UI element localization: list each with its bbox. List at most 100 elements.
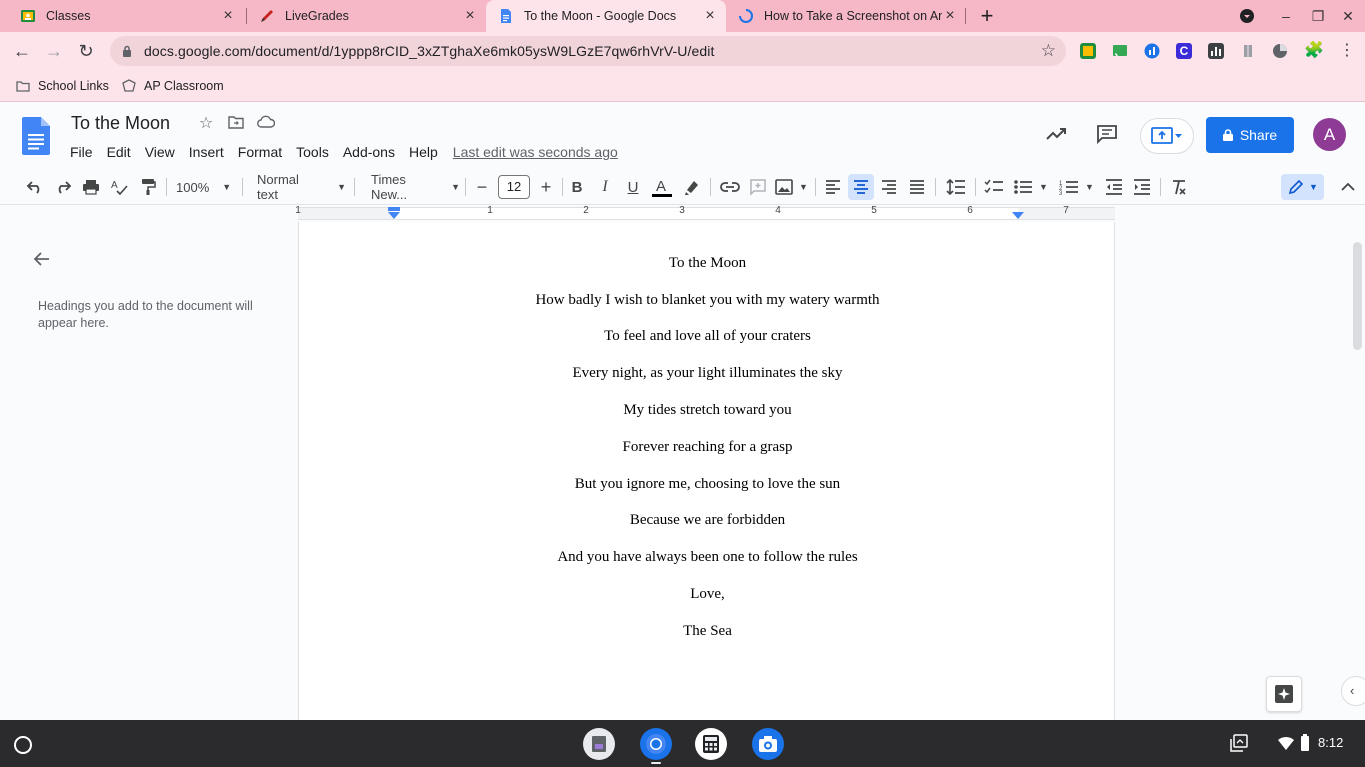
account-avatar[interactable]: A <box>1313 118 1346 151</box>
ruler-number: 1 <box>487 205 493 216</box>
menu-tools[interactable]: Tools <box>289 144 336 160</box>
increase-indent-icon[interactable] <box>1131 176 1153 198</box>
minimize-icon[interactable]: – <box>1276 6 1296 26</box>
insert-image-icon[interactable]: ▼ <box>775 176 809 198</box>
cloud-saved-icon[interactable] <box>257 115 276 133</box>
menu-add-ons[interactable]: Add-ons <box>336 144 402 160</box>
undo-icon[interactable] <box>25 176 45 198</box>
wifi-icon[interactable] <box>1277 734 1295 752</box>
meet-present-button[interactable] <box>1140 118 1194 154</box>
back-icon[interactable]: ← <box>11 40 33 62</box>
last-edit-link[interactable]: Last edit was seconds ago <box>453 144 618 160</box>
hide-menus-chevron-icon[interactable] <box>1337 176 1359 198</box>
increase-font-size-button[interactable]: + <box>536 176 556 198</box>
launcher-circle-icon[interactable] <box>14 736 32 754</box>
zoom-select[interactable]: 100% ▼ <box>176 176 234 198</box>
tab-how-to-screenshot[interactable]: How to Take a Screenshot on An × <box>726 0 966 32</box>
right-indent-marker-icon[interactable] <box>1012 212 1024 220</box>
decrease-font-size-button[interactable]: − <box>472 176 492 198</box>
print-icon[interactable] <box>81 176 101 198</box>
menu-insert[interactable]: Insert <box>182 144 231 160</box>
document-title[interactable]: To the Moon <box>71 113 170 134</box>
address-bar[interactable]: docs.google.com/document/d/1yppp8rCID_3x… <box>110 36 1066 66</box>
close-icon[interactable]: × <box>942 8 958 24</box>
close-icon[interactable]: × <box>462 8 478 24</box>
read-write-extension-icon[interactable] <box>1144 43 1160 59</box>
highlight-color-icon[interactable] <box>681 176 703 198</box>
text-color-icon[interactable]: A <box>651 176 673 198</box>
left-indent-marker-icon[interactable] <box>388 207 400 219</box>
menu-view[interactable]: View <box>138 144 182 160</box>
poem-line: To feel and love all of your craters <box>604 328 811 344</box>
ruler-number: 7 <box>1063 205 1069 216</box>
tab-classes[interactable]: Classes × <box>8 0 244 32</box>
font-size-input[interactable]: 12 <box>498 175 530 199</box>
extensions-puzzle-icon[interactable]: 🧩 <box>1304 43 1324 59</box>
line-spacing-icon[interactable] <box>944 176 968 198</box>
camera-app-icon[interactable] <box>752 728 784 760</box>
bulleted-list-icon[interactable]: ▼ <box>1013 176 1051 198</box>
bookmark-star-icon[interactable]: ☆ <box>1041 41 1056 61</box>
poem-line: Love, <box>690 586 725 602</box>
redo-icon[interactable] <box>53 176 73 198</box>
screen-capture-tray-icon[interactable] <box>1230 734 1248 752</box>
tab-search-icon[interactable] <box>1237 6 1257 26</box>
share-button[interactable]: Share <box>1206 117 1294 153</box>
explore-button[interactable] <box>1266 676 1302 712</box>
new-tab-button[interactable]: + <box>976 5 998 27</box>
reload-icon[interactable]: ↻ <box>75 40 97 62</box>
comment-icon[interactable] <box>1095 122 1119 146</box>
restore-icon[interactable]: ❐ <box>1308 6 1328 26</box>
document-page[interactable]: To the Moon How badly I wish to blanket … <box>298 222 1115 720</box>
align-center-icon[interactable] <box>850 176 872 198</box>
align-right-icon[interactable] <box>878 176 900 198</box>
c-extension-icon[interactable]: C <box>1176 43 1192 59</box>
move-folder-icon[interactable] <box>227 115 245 133</box>
menu-help[interactable]: Help <box>402 144 445 160</box>
star-icon[interactable]: ☆ <box>197 115 215 133</box>
battery-icon[interactable] <box>1300 734 1318 752</box>
add-comment-icon[interactable] <box>747 176 769 198</box>
close-outline-back-arrow-icon[interactable] <box>32 249 52 269</box>
chrome-app-icon[interactable] <box>640 728 672 760</box>
checklist-icon[interactable] <box>982 176 1006 198</box>
google-classroom-extension-icon[interactable] <box>1080 43 1096 59</box>
pdf-app-icon[interactable] <box>583 728 615 760</box>
cast-extension-icon[interactable] <box>1112 43 1128 59</box>
menu-file[interactable]: File <box>63 144 100 160</box>
paragraph-style-select[interactable]: Normal text ▼ <box>252 172 346 202</box>
close-window-icon[interactable]: ✕ <box>1338 6 1358 26</box>
insert-link-icon[interactable] <box>719 176 741 198</box>
activity-trend-icon[interactable] <box>1044 122 1068 146</box>
side-panel-toggle-chevron-icon[interactable]: ‹ <box>1341 676 1365 706</box>
italic-button[interactable]: I <box>595 176 615 198</box>
tab-to-the-moon[interactable]: To the Moon - Google Docs × <box>486 0 726 32</box>
font-family-select[interactable]: Times New... ▼ <box>366 172 460 202</box>
chrome-menu-icon[interactable]: ⋮ <box>1339 43 1355 59</box>
grey-extension-icon[interactable] <box>1240 43 1256 59</box>
clear-formatting-icon[interactable] <box>1168 176 1190 198</box>
bookmark-school-links[interactable]: School Links <box>16 76 109 96</box>
underline-button[interactable]: U <box>623 176 643 198</box>
editing-mode-button[interactable]: ▼ <box>1284 176 1322 198</box>
system-clock[interactable]: 8:12 <box>1318 735 1343 750</box>
justify-icon[interactable] <box>906 176 928 198</box>
vertical-scrollbar[interactable] <box>1353 242 1362 350</box>
circle-extension-icon[interactable] <box>1272 43 1288 59</box>
decrease-indent-icon[interactable] <box>1103 176 1125 198</box>
align-left-icon[interactable] <box>822 176 844 198</box>
forward-icon[interactable]: → <box>43 40 65 62</box>
close-icon[interactable]: × <box>702 8 718 24</box>
google-docs-logo-icon[interactable] <box>22 117 50 155</box>
tab-livegrades[interactable]: LiveGrades × <box>247 0 486 32</box>
paint-format-icon[interactable] <box>138 176 158 198</box>
bold-button[interactable]: B <box>567 176 587 198</box>
bookmark-ap-classroom[interactable]: AP Classroom <box>122 76 224 96</box>
menu-format[interactable]: Format <box>231 144 289 160</box>
spellcheck-icon[interactable]: A <box>109 176 129 198</box>
calculator-app-icon[interactable] <box>695 728 727 760</box>
close-icon[interactable]: × <box>220 8 236 24</box>
chart-extension-icon[interactable] <box>1208 43 1224 59</box>
numbered-list-icon[interactable]: 123 ▼ <box>1059 176 1097 198</box>
menu-edit[interactable]: Edit <box>100 144 138 160</box>
